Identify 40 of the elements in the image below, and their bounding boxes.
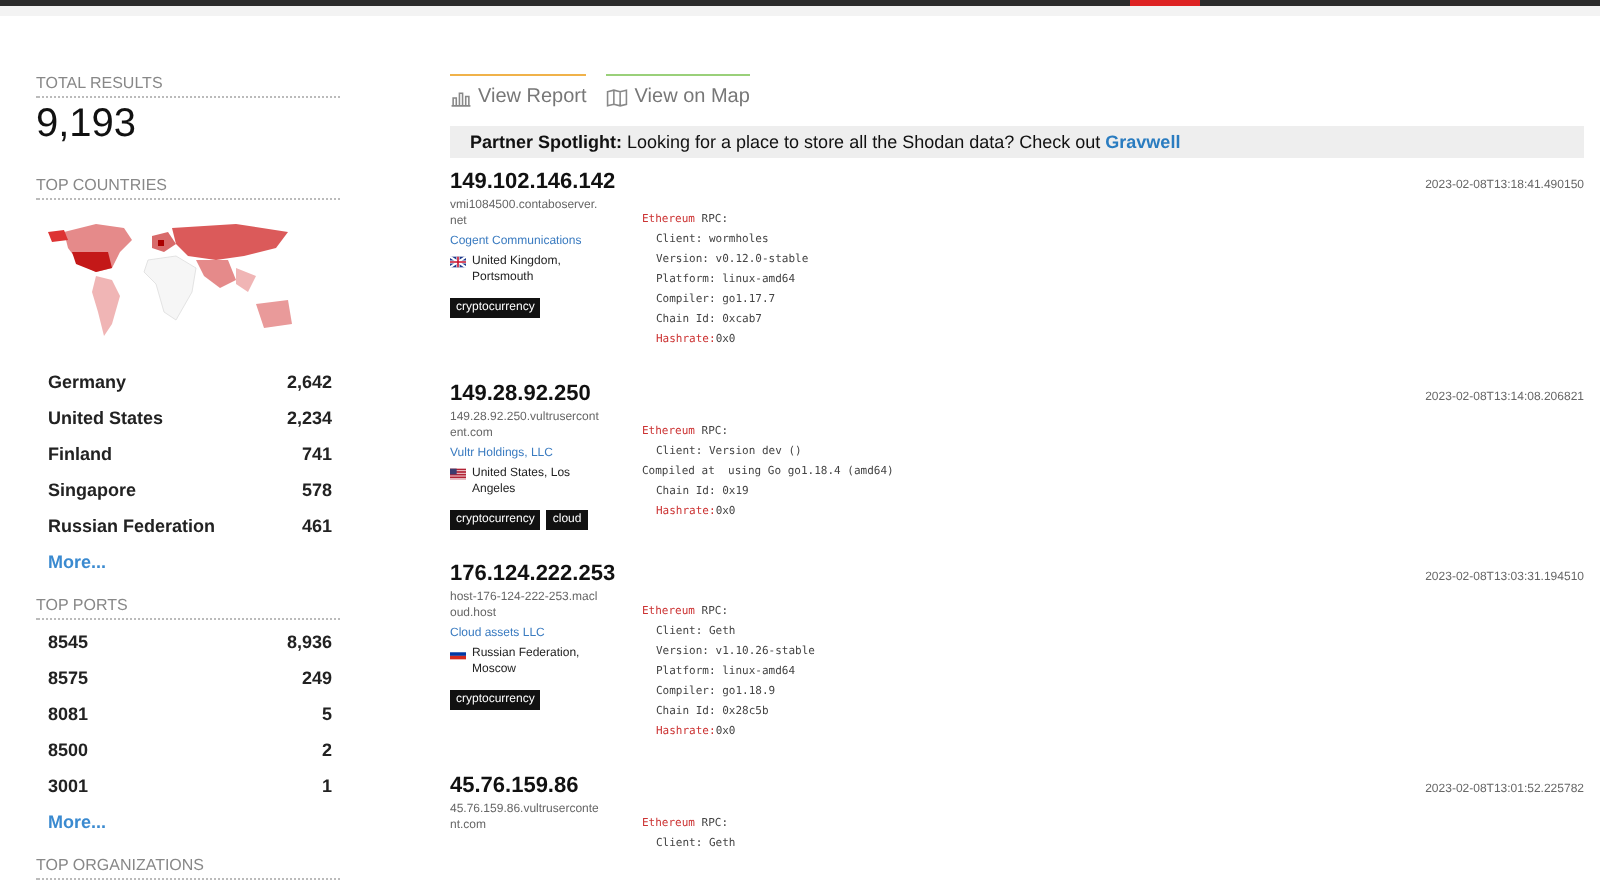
country-name: Russian Federation bbox=[48, 516, 216, 536]
port-count: 2 bbox=[321, 740, 332, 760]
country-name: Singapore bbox=[48, 480, 137, 500]
view-tab[interactable]: View Report bbox=[450, 74, 587, 108]
port-number: 8500 bbox=[48, 740, 89, 760]
flag-icon bbox=[450, 256, 466, 268]
country-count: 741 bbox=[301, 444, 332, 464]
country-name: Germany bbox=[48, 372, 127, 392]
section-title: TOP ORGANIZATIONS bbox=[36, 856, 340, 880]
flag-icon bbox=[450, 468, 466, 480]
port-number: 8081 bbox=[48, 704, 89, 724]
port-number: 3001 bbox=[48, 776, 89, 796]
ip-address-link[interactable]: 45.76.159.86 bbox=[450, 774, 579, 798]
section-title: TOP PORTS bbox=[36, 596, 340, 620]
total-count: 9,193 bbox=[36, 102, 139, 148]
country-count: 578 bbox=[301, 480, 332, 500]
port-count: 1 bbox=[321, 776, 332, 796]
port-count: 5 bbox=[321, 704, 332, 724]
port-number: 8545 bbox=[48, 632, 89, 652]
country-count: 2,642 bbox=[286, 372, 332, 392]
section-title: TOTAL RESULTS bbox=[36, 74, 340, 98]
country-name: Finland bbox=[48, 444, 112, 464]
port-count: 8,936 bbox=[286, 632, 332, 652]
bar-chart-icon bbox=[450, 87, 472, 107]
section-title: TOP COUNTRIES bbox=[36, 176, 340, 200]
ip-address-link[interactable]: 176.124.222.253 bbox=[450, 562, 616, 586]
country-count: 461 bbox=[301, 516, 332, 536]
gravwell-link[interactable]: Gravwell bbox=[1105, 132, 1181, 152]
ip-address-link[interactable]: 149.102.146.142 bbox=[450, 170, 616, 194]
more-link[interactable]: More... bbox=[36, 804, 340, 856]
port-count: 249 bbox=[301, 668, 332, 688]
view-tab[interactable]: View on Map bbox=[606, 74, 750, 108]
flag-icon bbox=[450, 648, 466, 660]
country-name: United States bbox=[48, 408, 164, 428]
spotlight-text: Partner Spotlight: Looking for a place to store all the Shodan data? Check out Gravwell bbox=[470, 132, 1181, 152]
port-number: 8575 bbox=[48, 668, 89, 688]
map-icon bbox=[606, 87, 629, 107]
country-count: 2,234 bbox=[286, 408, 332, 428]
ip-address-link[interactable]: 149.28.92.250 bbox=[450, 382, 591, 406]
more-link[interactable]: More... bbox=[36, 544, 340, 596]
